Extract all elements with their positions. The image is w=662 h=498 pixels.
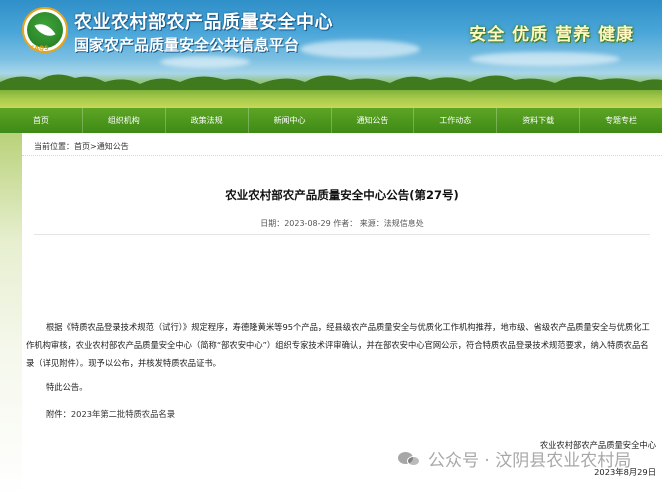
article-divider (34, 234, 650, 235)
site-banner: CAQS 农业农村部农产品质量安全中心 国家农产品质量安全公共信息平台 安全 优… (0, 0, 662, 108)
field-decoration (0, 90, 662, 108)
side-decoration (0, 133, 22, 498)
attachment-line: 附件：2023年第二批特质农品名录 (26, 405, 654, 423)
attachment-link[interactable]: 2023年第二批特质农品名录 (71, 409, 175, 419)
nav-item-downloads[interactable]: 资料下载 (497, 108, 581, 133)
logo-caption: CAQS (30, 45, 49, 52)
wechat-icon (398, 450, 422, 468)
main-nav: 首页 组织机构 政策法规 新闻中心 通知公告 工作动态 资料下载 专题专栏 (0, 108, 662, 133)
watermark-text: 公众号 · 汶阴县农业农村局 (428, 451, 632, 471)
leaf-icon (27, 12, 63, 48)
nav-item-policy[interactable]: 政策法规 (166, 108, 249, 133)
wechat-watermark: 公众号 · 汶阴县农业农村局 (398, 446, 631, 471)
nav-item-work-updates[interactable]: 工作动态 (414, 108, 498, 133)
cloud-decoration (160, 56, 250, 68)
nav-item-home[interactable]: 首页 (0, 108, 83, 133)
article-title: 农业农村部农产品质量安全中心公告(第27号) (225, 188, 459, 202)
breadcrumb: 当前位置：首页>通知公告 (22, 138, 662, 156)
nav-item-notices[interactable]: 通知公告 (332, 108, 415, 133)
article-meta: 日期：2023-08-29 作者： 来源：法规信息处 (260, 219, 424, 228)
breadcrumb-separator: > (90, 142, 97, 151)
nav-item-special-topics[interactable]: 专题专栏 (580, 108, 662, 133)
article-paragraph: 特此公告。 (46, 382, 88, 392)
cloud-decoration (300, 40, 420, 58)
article-paragraph: 根据《特质农品登录技术规范（试行）》规定程序，寿德隆黄米等95个产品，经县级农产… (26, 322, 650, 368)
nav-item-news[interactable]: 新闻中心 (249, 108, 332, 133)
cloud-decoration (470, 52, 620, 66)
site-subtitle: 国家农产品质量安全公共信息平台 (74, 36, 300, 54)
breadcrumb-current-link[interactable]: 通知公告 (97, 142, 129, 151)
breadcrumb-home-link[interactable]: 首页 (74, 142, 90, 151)
breadcrumb-prefix: 当前位置： (34, 142, 74, 151)
nav-item-organization[interactable]: 组织机构 (83, 108, 166, 133)
attachment-label: 附件： (46, 409, 71, 419)
article-body: 根据《特质农品登录技术规范（试行）》规定程序，寿德隆黄米等95个产品，经县级农产… (26, 318, 654, 423)
site-title: 农业农村部农产品质量安全中心 (74, 12, 333, 33)
site-slogan: 安全 优质 营养 健康 (469, 25, 634, 45)
